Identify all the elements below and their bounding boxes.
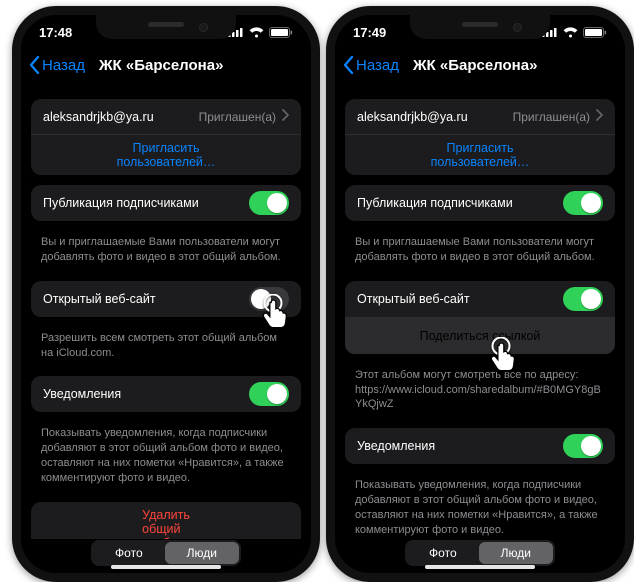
subscriber-posting-label: Публикация подписчиками: [43, 196, 249, 210]
segment-photos[interactable]: Фото: [407, 542, 479, 564]
public-site-label: Открытый веб-сайт: [357, 292, 563, 306]
content: aleksandrjkb@ya.ru Приглашен(а) Пригласи…: [335, 85, 625, 539]
public-site-footer-link[interactable]: https://www.icloud.com/sharedalbum/#B0MG…: [355, 384, 601, 411]
battery-icon: [583, 27, 607, 38]
public-site-group: Открытый веб-сайт: [31, 281, 301, 317]
wifi-icon: [563, 27, 578, 38]
subscriber-posting-label: Публикация подписчиками: [357, 196, 563, 210]
content: aleksandrjkb@ya.ru Приглашен(а) Пригласи…: [21, 85, 311, 539]
clock: 17:48: [39, 25, 72, 40]
invite-group: aleksandrjkb@ya.ru Приглашен(а) Пригласи…: [31, 99, 301, 175]
public-site-footer: Разрешить всем смотреть этот общий альбо…: [21, 327, 311, 367]
notch: [96, 15, 236, 39]
public-site-footer-prefix: Этот альбом могут смотреть все по адресу…: [355, 369, 578, 381]
back-label: Назад: [356, 57, 399, 74]
public-site-group: Открытый веб-сайт Поделиться ссылкой: [345, 281, 615, 354]
notifications-row[interactable]: Уведомления: [345, 428, 615, 464]
notifications-footer: Показывать уведомления, когда подписчики…: [21, 422, 311, 491]
nav-bar: Назад ЖК «Барселона»: [335, 49, 625, 81]
battery-icon: [269, 27, 293, 38]
invitee-row[interactable]: aleksandrjkb@ya.ru Приглашен(а): [345, 99, 615, 135]
notifications-toggle[interactable]: [249, 382, 289, 406]
invitee-email: aleksandrjkb@ya.ru: [357, 110, 513, 124]
share-link-button[interactable]: Поделиться ссылкой: [345, 318, 615, 354]
share-link-label: Поделиться ссылкой: [420, 329, 541, 343]
public-site-label: Открытый веб-сайт: [43, 292, 249, 306]
public-site-footer: Этот альбом могут смотреть все по адресу…: [335, 364, 625, 419]
notch: [410, 15, 550, 39]
public-site-toggle[interactable]: [563, 287, 603, 311]
public-site-toggle[interactable]: [249, 287, 289, 311]
subscriber-posting-group: Публикация подписчиками: [31, 185, 301, 221]
public-site-row[interactable]: Открытый веб-сайт: [31, 281, 301, 317]
invitee-status: Приглашен(а): [199, 110, 276, 124]
notifications-label: Уведомления: [357, 439, 563, 453]
invitee-email: aleksandrjkb@ya.ru: [43, 110, 199, 124]
clock: 17:49: [353, 25, 386, 40]
public-site-row[interactable]: Открытый веб-сайт: [345, 281, 615, 318]
chevron-left-icon: [343, 56, 354, 74]
invitee-status: Приглашен(а): [513, 110, 590, 124]
back-label: Назад: [42, 57, 85, 74]
notifications-label: Уведомления: [43, 387, 249, 401]
chevron-right-icon: [282, 109, 289, 124]
wifi-icon: [249, 27, 264, 38]
back-button[interactable]: Назад: [343, 56, 399, 74]
segment-people[interactable]: Люди: [479, 542, 553, 564]
phone-right: 17:49 Назад ЖК «Барселона»: [326, 6, 634, 582]
chevron-left-icon: [29, 56, 40, 74]
notifications-footer: Показывать уведомления, когда подписчики…: [335, 474, 625, 539]
subscriber-posting-row[interactable]: Публикация подписчиками: [31, 185, 301, 221]
invite-users-label: Пригласить пользователей…: [117, 141, 216, 169]
phone-left: 17:48 Назад ЖК «Барселона»: [12, 6, 320, 582]
subscriber-posting-footer: Вы и приглашаемые Вами пользователи могу…: [335, 231, 625, 271]
notifications-row[interactable]: Уведомления: [31, 376, 301, 412]
notifications-group: Уведомления: [31, 376, 301, 412]
nav-title: ЖК «Барселона»: [413, 57, 617, 74]
subscriber-posting-footer: Вы и приглашаемые Вами пользователи могу…: [21, 231, 311, 271]
invite-group: aleksandrjkb@ya.ru Приглашен(а) Пригласи…: [345, 99, 615, 175]
subscriber-posting-toggle[interactable]: [249, 191, 289, 215]
subscriber-posting-row[interactable]: Публикация подписчиками: [345, 185, 615, 221]
notifications-toggle[interactable]: [563, 434, 603, 458]
segment-photos[interactable]: Фото: [93, 542, 165, 564]
home-indicator[interactable]: [425, 565, 535, 569]
notifications-group: Уведомления: [345, 428, 615, 464]
invite-users-label: Пригласить пользователей…: [431, 141, 530, 169]
chevron-right-icon: [596, 109, 603, 124]
nav-title: ЖК «Барселона»: [99, 57, 303, 74]
subscriber-posting-toggle[interactable]: [563, 191, 603, 215]
home-indicator[interactable]: [111, 565, 221, 569]
nav-bar: Назад ЖК «Барселона»: [21, 49, 311, 81]
subscriber-posting-group: Публикация подписчиками: [345, 185, 615, 221]
segment-people[interactable]: Люди: [165, 542, 239, 564]
back-button[interactable]: Назад: [29, 56, 85, 74]
invite-users-button[interactable]: Пригласить пользователей…: [345, 135, 615, 175]
invite-users-button[interactable]: Пригласить пользователей…: [31, 135, 301, 175]
invitee-row[interactable]: aleksandrjkb@ya.ru Приглашен(а): [31, 99, 301, 135]
